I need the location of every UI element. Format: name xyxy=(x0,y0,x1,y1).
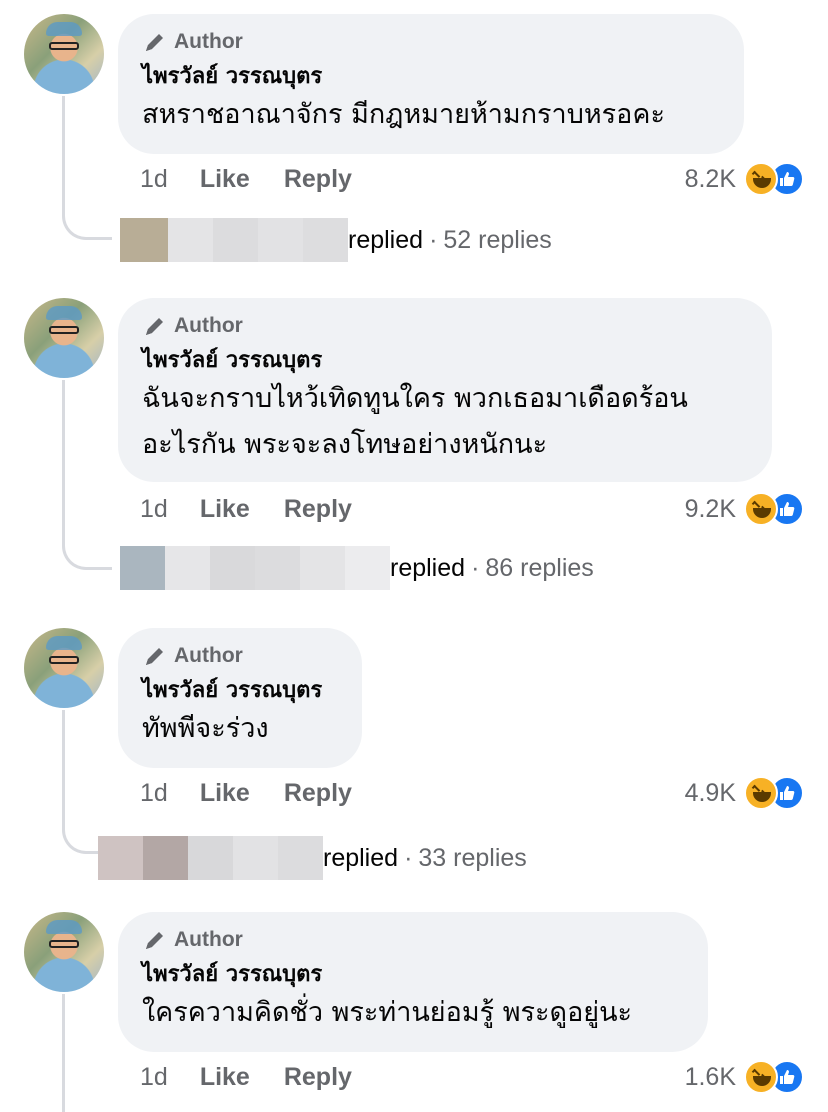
like-button[interactable]: Like xyxy=(200,779,250,808)
thread-line xyxy=(62,710,112,854)
reply-count: 33 replies xyxy=(418,843,527,872)
reply-button[interactable]: Reply xyxy=(284,1063,352,1092)
timestamp[interactable]: 1d xyxy=(140,1063,168,1092)
comment-text: อะไรกัน พระจะลงโทษอย่างหนักนะ xyxy=(142,429,548,460)
reaction-count: 4.9K xyxy=(684,778,736,807)
separator-dot: · xyxy=(404,843,413,872)
commenter-name[interactable]: ไพรวัลย์ วรรณบุตร xyxy=(142,62,716,92)
timestamp[interactable]: 1d xyxy=(140,495,168,524)
reply-count: 86 replies xyxy=(485,553,594,582)
like-button[interactable]: Like xyxy=(200,1063,250,1092)
like-button[interactable]: Like xyxy=(200,495,250,524)
timestamp[interactable]: 1d xyxy=(140,779,168,808)
replied-label: replied xyxy=(323,843,399,872)
author-label: Author xyxy=(174,30,243,53)
pen-icon xyxy=(142,927,168,953)
replied-label: replied xyxy=(348,225,424,254)
author-label: Author xyxy=(174,644,243,667)
author-badge: Author xyxy=(142,312,744,340)
haha-icon xyxy=(744,162,778,196)
replier-avatar xyxy=(120,546,390,590)
pen-icon xyxy=(142,643,168,669)
commenter-name[interactable]: ไพรวัลย์ วรรณบุตร xyxy=(142,346,744,376)
view-replies[interactable]: replied · 52 replies xyxy=(120,218,552,262)
haha-icon xyxy=(744,1060,778,1094)
comment-bubble: Author ไพรวัลย์ วรรณบุตร สหราชอาณาจักร ม… xyxy=(118,14,744,154)
pen-icon xyxy=(142,29,168,55)
author-label: Author xyxy=(174,928,243,951)
comment-actions: 1d Like Reply xyxy=(140,494,386,524)
reactions[interactable]: 4.9K xyxy=(685,776,804,810)
pen-icon xyxy=(142,313,168,339)
author-badge: Author xyxy=(142,28,716,56)
reply-count: 52 replies xyxy=(443,225,552,254)
comment-text: ฉันจะกราบไหว้เทิดทูนใคร พวกเธอมาเดือดร้อ… xyxy=(142,383,688,414)
reaction-count: 9.2K xyxy=(684,494,736,523)
replier-avatar xyxy=(98,836,323,880)
comment-actions: 1d Like Reply xyxy=(140,164,386,194)
avatar[interactable] xyxy=(24,628,104,708)
comment-actions: 1d Like Reply xyxy=(140,1062,386,1092)
reply-button[interactable]: Reply xyxy=(284,779,352,808)
reaction-count: 1.6K xyxy=(684,1062,736,1091)
comment-bubble: Author ไพรวัลย์ วรรณบุตร ใครความคิดชั่ว … xyxy=(118,912,708,1052)
timestamp[interactable]: 1d xyxy=(140,165,168,194)
comment-text: ใครความคิดชั่ว พระท่านย่อมรู้ พระดูอยู่น… xyxy=(142,997,633,1028)
separator-dot: · xyxy=(429,225,438,254)
replied-label: replied xyxy=(390,553,466,582)
avatar[interactable] xyxy=(24,912,104,992)
author-label: Author xyxy=(174,314,243,337)
avatar[interactable] xyxy=(24,298,104,378)
thread-line xyxy=(62,380,112,570)
comment-actions: 1d Like Reply xyxy=(140,778,386,808)
comment-text: ทัพพีจะร่วง xyxy=(142,713,269,744)
commenter-name[interactable]: ไพรวัลย์ วรรณบุตร xyxy=(142,960,680,990)
haha-icon xyxy=(744,492,778,526)
haha-icon xyxy=(744,776,778,810)
separator-dot: · xyxy=(471,553,480,582)
commenter-name[interactable]: ไพรวัลย์ วรรณบุตร xyxy=(142,676,334,706)
reactions[interactable]: 1.6K xyxy=(685,1060,804,1094)
thread-line xyxy=(62,994,65,1112)
reply-button[interactable]: Reply xyxy=(284,165,352,194)
avatar[interactable] xyxy=(24,14,104,94)
reactions[interactable]: 9.2K xyxy=(685,492,804,526)
replier-avatar xyxy=(120,218,348,262)
like-button[interactable]: Like xyxy=(200,165,250,194)
author-badge: Author xyxy=(142,642,334,670)
reactions[interactable]: 8.2K xyxy=(685,162,804,196)
reaction-count: 8.2K xyxy=(684,164,736,193)
thread-line xyxy=(62,96,112,240)
author-badge: Author xyxy=(142,926,680,954)
comment-bubble: Author ไพรวัลย์ วรรณบุตร ทัพพีจะร่วง xyxy=(118,628,362,768)
view-replies[interactable]: replied · 33 replies xyxy=(98,836,527,880)
comment-bubble: Author ไพรวัลย์ วรรณบุตร ฉันจะกราบไหว้เท… xyxy=(118,298,772,482)
view-replies[interactable]: replied · 86 replies xyxy=(120,546,594,590)
reply-button[interactable]: Reply xyxy=(284,495,352,524)
comment-text: สหราชอาณาจักร มีกฎหมายห้ามกราบหรอคะ xyxy=(142,99,665,130)
